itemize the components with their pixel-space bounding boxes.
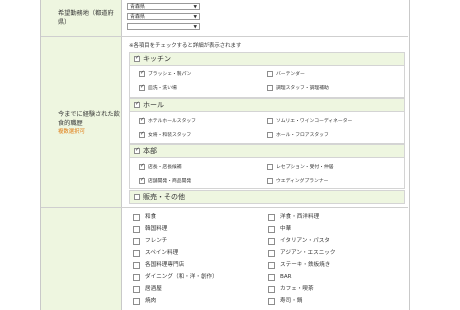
genre-checkbox[interactable] <box>133 214 140 221</box>
option-label: 店舗開発・商品開発 <box>148 179 192 184</box>
option-label: 調理スタッフ・調理補助 <box>276 86 329 91</box>
option-label: ブラッシェ・製パン <box>148 72 192 77</box>
group-header: 本部 <box>130 145 404 158</box>
chevron-down-icon: ▼ <box>193 15 197 20</box>
group-header: キッチン <box>130 53 404 66</box>
genre-label: 韓国料理 <box>145 226 168 232</box>
group-headquarters: 本部 店長・店長候補 レセプション・受付・仲居 店舗開発・商品開発 ウエディング… <box>129 144 405 189</box>
genre-label: 洋食・西洋料理 <box>280 214 320 220</box>
genre-checkbox[interactable] <box>133 226 140 233</box>
genre-checkbox[interactable] <box>268 298 275 305</box>
option-checkbox[interactable] <box>139 71 145 77</box>
genre-label: 各国料理専門店 <box>145 262 185 268</box>
genre-label: イタリアン・パスタ <box>280 238 330 244</box>
genre-label: スペイン料理 <box>145 250 179 256</box>
genre-checkbox[interactable] <box>133 274 140 281</box>
genre-label: BAR <box>280 274 292 280</box>
group-title: キッチン <box>143 55 171 63</box>
genre-checkbox[interactable] <box>268 250 275 257</box>
group-header: ホール <box>130 99 404 112</box>
genre-checkbox[interactable] <box>268 226 275 233</box>
prefecture-select-1-value: 青森県 <box>130 4 146 10</box>
option-label: 店長・店長候補 <box>148 165 182 170</box>
experience-label: 今までに経験された飲食的職歴 複数選択可 <box>58 110 120 137</box>
chevron-down-icon: ▼ <box>193 5 197 10</box>
option-label: バーテンダー <box>276 72 305 77</box>
genre-checkbox[interactable] <box>133 262 140 269</box>
group-title: ホール <box>143 101 164 109</box>
sales-other-checkbox[interactable] <box>134 194 140 200</box>
genre-label: アジアン・エスニック <box>280 250 336 256</box>
group-title: 販売・その他 <box>143 193 185 201</box>
genre-checkbox[interactable] <box>268 274 275 281</box>
prefecture-select-1[interactable]: 青森県 ▼ <box>127 3 200 10</box>
genre-label: 和食 <box>145 214 157 220</box>
hall-checkbox[interactable] <box>134 102 140 108</box>
option-checkbox[interactable] <box>139 118 145 124</box>
column-divider <box>121 0 122 310</box>
location-label: 希望勤務地（都道府県） <box>58 10 114 26</box>
option-checkbox[interactable] <box>267 164 273 170</box>
option-checkbox[interactable] <box>139 164 145 170</box>
option-checkbox[interactable] <box>267 71 273 77</box>
genre-checkbox[interactable] <box>268 238 275 245</box>
experience-label-text: 今までに経験された飲食的職歴 <box>58 111 120 127</box>
prefecture-select-2[interactable]: 青森県 ▼ <box>127 13 200 20</box>
multi-select-note: 複数選択可 <box>58 129 85 135</box>
prefecture-select-2-value: 青森県 <box>130 14 146 20</box>
genre-label: 寿司・鍋 <box>280 298 303 304</box>
kitchen-checkbox[interactable] <box>134 56 140 62</box>
genre-label: ステーキ・鉄板焼き <box>280 262 331 268</box>
group-header: 販売・その他 <box>130 191 404 203</box>
genre-checkbox[interactable] <box>133 298 140 305</box>
option-label: ホテルホールスタッフ <box>148 119 196 124</box>
option-checkbox[interactable] <box>267 132 273 138</box>
headquarters-checkbox[interactable] <box>134 148 140 154</box>
option-checkbox[interactable] <box>267 178 273 184</box>
genre-checkbox[interactable] <box>133 238 140 245</box>
check-hint: ※各項目をチェックすると詳細が表示されます <box>129 43 242 49</box>
genre-checkbox[interactable] <box>133 286 140 293</box>
option-label: 皿洗・洗い場 <box>148 86 177 91</box>
genre-checkbox[interactable] <box>268 214 275 221</box>
option-label: ソムリエ・ワインコーディネーター <box>276 119 353 124</box>
genre-label: 中華 <box>280 226 292 232</box>
option-checkbox[interactable] <box>267 85 273 91</box>
option-label: ウエディングプランナー <box>276 179 329 184</box>
option-checkbox[interactable] <box>139 85 145 91</box>
option-label: ホール・フロアスタッフ <box>276 133 329 138</box>
option-checkbox[interactable] <box>139 178 145 184</box>
group-hall: ホール ホテルホールスタッフ ソムリエ・ワインコーディネーター 女将・和装スタッ… <box>129 98 405 144</box>
prefecture-select-3[interactable]: ▼ <box>127 23 200 30</box>
genre-label: 焼肉 <box>145 298 157 304</box>
genre-label: カフェ・喫茶 <box>280 286 314 292</box>
genre-checkbox[interactable] <box>268 262 275 269</box>
option-label: 女将・和装スタッフ <box>148 133 192 138</box>
option-checkbox[interactable] <box>267 118 273 124</box>
group-sales-other: 販売・その他 <box>129 190 405 204</box>
option-label: レセプション・受付・仲居 <box>276 165 334 170</box>
genre-label: ダイニング（和・洋・創作） <box>145 274 218 280</box>
group-kitchen: キッチン ブラッシェ・製パン バーテンダー 皿洗・洗い場 調理スタッフ・調理補助 <box>129 52 405 98</box>
genre-checkbox[interactable] <box>133 250 140 257</box>
label-cell-genre <box>41 208 121 310</box>
genre-checkbox[interactable] <box>268 286 275 293</box>
group-title: 本部 <box>143 147 157 155</box>
chevron-down-icon: ▼ <box>193 25 197 30</box>
genre-label: フレンチ <box>145 238 168 244</box>
genre-label: 居酒屋 <box>145 286 162 292</box>
option-checkbox[interactable] <box>139 132 145 138</box>
